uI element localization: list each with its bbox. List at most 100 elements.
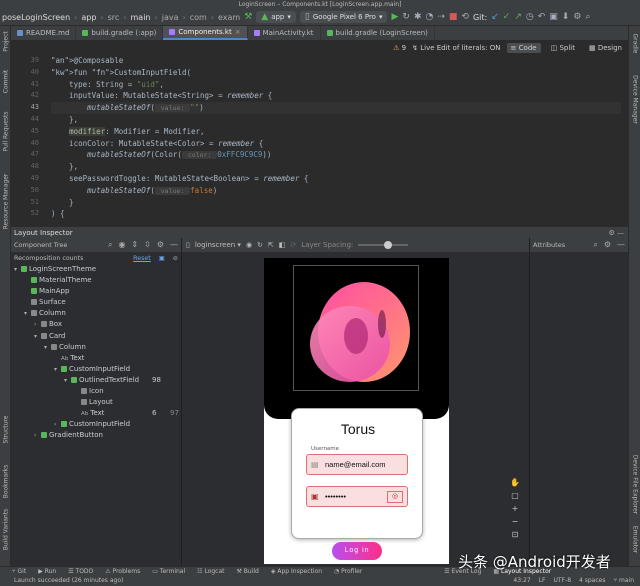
live-edit-status[interactable]: ↯ Live Edit of literals: ON — [412, 44, 500, 52]
minimize-icon[interactable]: — — [617, 229, 624, 237]
warning-count[interactable]: ⚠ 9 — [393, 44, 406, 52]
device-screen[interactable]: Torus Username ▤ name@email.com ▣ ••••••… — [264, 258, 449, 564]
layer-spacing-slider[interactable] — [358, 241, 409, 249]
expand-arrow-icon[interactable]: ▾ — [34, 331, 41, 342]
line-number[interactable]: 44 — [11, 114, 45, 126]
line-number[interactable]: 51 — [11, 197, 45, 209]
code-lines[interactable]: "an">@Composable "kw">fun "fn">CustomInpu… — [51, 55, 621, 220]
line-number[interactable]: 46 — [11, 138, 45, 150]
code-line[interactable]: ) { — [51, 208, 621, 220]
tree-node[interactable]: › GradientButton — [11, 430, 181, 441]
bottom-tool-tab[interactable]: ⑂ Git — [12, 568, 26, 575]
username-field[interactable]: Username ▤ name@email.com — [306, 446, 408, 475]
bottom-tool-tab[interactable]: ⚒ Build — [237, 568, 259, 575]
line-number[interactable]: 48 — [11, 161, 45, 173]
search-icon[interactable]: ⌕ — [108, 240, 112, 250]
bottom-tool-tab[interactable]: ▶ Run — [38, 568, 56, 575]
search-icon[interactable]: ⌕ — [585, 12, 590, 22]
view-design-button[interactable]: ▦ Design — [585, 43, 626, 53]
tree-node[interactable]: › CustomInputField — [11, 419, 181, 430]
tree-node[interactable]: ▾ OutlinedTextField 98 — [11, 375, 181, 386]
sdk-icon[interactable]: ⬇ — [562, 12, 570, 22]
code-line[interactable]: }, — [51, 114, 621, 126]
expand-arrow-icon[interactable]: › — [54, 419, 61, 430]
expand-arrow-icon[interactable]: ▾ — [44, 342, 51, 353]
line-number[interactable]: 52 — [11, 208, 45, 220]
filter-settings-icon[interactable]: ⚙ — [157, 240, 164, 250]
history-icon[interactable]: ◷ — [526, 12, 534, 22]
3d-mode-icon[interactable]: ◧ — [279, 241, 286, 249]
code-line[interactable]: mutableStateOf( value: false) — [51, 185, 621, 197]
visibility-off-icon[interactable]: ◎ — [387, 491, 403, 503]
rollback-icon[interactable]: ↶ — [538, 12, 546, 22]
tree-node[interactable]: ▾ Card — [11, 331, 181, 342]
file-tab[interactable]: MainActivity.kt — [248, 26, 321, 40]
breadcrumb-com[interactable]: com — [190, 13, 207, 22]
tree-node[interactable]: ▾ LoginScreenTheme — [11, 264, 181, 275]
refresh-icon[interactable]: ↻ — [257, 241, 263, 249]
tree-node[interactable]: Icon — [11, 386, 181, 397]
tree-node[interactable]: Ab Text — [11, 353, 181, 364]
line-number[interactable]: 39 — [11, 55, 45, 67]
git-commit-icon[interactable]: ✓ — [503, 12, 511, 22]
expand-arrow-icon[interactable]: ▾ — [64, 375, 71, 386]
tree-node[interactable]: MaterialTheme — [11, 275, 181, 286]
file-encoding[interactable]: UTF-8 — [554, 576, 572, 586]
line-number[interactable]: 42 — [11, 90, 45, 102]
breadcrumb-exam[interactable]: exam — [218, 13, 240, 22]
expand-arrow-icon[interactable]: ▾ — [24, 308, 31, 319]
line-number[interactable]: 41 — [11, 79, 45, 91]
tree-node[interactable]: Layout — [11, 397, 181, 408]
run-icon[interactable]: ▶ — [391, 12, 398, 22]
file-tab[interactable]: Components.kt × — [163, 26, 248, 40]
line-number[interactable]: 50 — [11, 185, 45, 197]
tree-node[interactable]: MainApp — [11, 286, 181, 297]
close-icon[interactable]: × — [235, 28, 241, 36]
settings-icon[interactable]: ⚙ — [573, 12, 581, 22]
caret-position[interactable]: 43:27 — [513, 576, 530, 586]
code-line[interactable]: "an">@Composable — [51, 55, 621, 67]
code-line[interactable]: "kw">fun "fn">CustomInputField( — [51, 67, 621, 79]
breadcrumb-main[interactable]: main — [131, 13, 151, 22]
highlight-icon[interactable]: ▣ — [159, 255, 165, 262]
git-branch[interactable]: ⑂ main — [613, 576, 634, 586]
line-number[interactable]: 49 — [11, 173, 45, 185]
expand-arrow-icon[interactable]: ▾ — [14, 264, 21, 275]
minimize-icon[interactable]: — — [170, 240, 178, 250]
file-tab[interactable]: README.md — [11, 26, 77, 40]
run-config-select[interactable]: ▲ app ▾ — [256, 11, 296, 23]
expand-arrow-icon[interactable]: › — [34, 430, 41, 441]
bottom-tool-tab[interactable]: ☷ Logcat — [197, 568, 224, 575]
line-number[interactable]: 43 — [11, 102, 45, 114]
tool-tab-pull-requests[interactable]: Pull Requests — [3, 94, 10, 170]
expand-all-icon[interactable]: ⇕ — [131, 240, 138, 250]
tree-node[interactable]: ▾ CustomInputField — [11, 364, 181, 375]
breadcrumb-project[interactable]: poseLoginScreen — [2, 13, 70, 22]
attach-icon[interactable]: ⇢ — [437, 12, 445, 22]
device-select[interactable]: ▯ Google Pixel 6 Pro ▾ — [299, 11, 388, 23]
eye-icon[interactable]: ◉ — [246, 241, 252, 249]
zoom-out-icon[interactable]: − — [512, 517, 519, 526]
tool-tab-build-variants[interactable]: Build Variants — [3, 492, 10, 568]
apply-changes-icon[interactable]: ↻ — [402, 12, 410, 22]
line-number[interactable]: 45 — [11, 126, 45, 138]
bottom-tool-tab[interactable]: ⚠ Problems — [105, 568, 140, 575]
tool-tab-resource-manager[interactable]: Resource Manager — [3, 164, 10, 240]
code-line[interactable]: iconColor: MutableState<Color> = remembe… — [51, 138, 621, 150]
bottom-tool-tab[interactable]: ◔ Profiler — [334, 568, 362, 575]
tree-node[interactable]: Surface — [11, 297, 181, 308]
tree-node[interactable]: ▾ Column — [11, 308, 181, 319]
view-code-button[interactable]: ≡ Code — [506, 43, 541, 53]
tool-tab-device-manager[interactable]: Device Manager — [632, 62, 639, 138]
line-number[interactable]: 47 — [11, 149, 45, 161]
breadcrumb-java[interactable]: java — [162, 13, 179, 22]
tree-node[interactable]: › Box — [11, 319, 181, 330]
settings-icon[interactable]: ⚙ — [604, 240, 611, 250]
sync-icon[interactable]: ⟲ — [461, 12, 469, 22]
code-line[interactable]: inputValue: MutableState<String> = remem… — [51, 90, 621, 102]
tree-node[interactable]: Ab Text 6 97 — [11, 408, 181, 419]
code-line[interactable]: mutableStateOf(Color( color: 0xFFC9C9C9)… — [51, 149, 621, 161]
login-card[interactable]: Torus Username ▤ name@email.com ▣ ••••••… — [291, 408, 423, 539]
code-line[interactable]: mutableStateOf( value: "") — [51, 102, 621, 114]
debug-icon[interactable]: ✱ — [414, 12, 422, 22]
